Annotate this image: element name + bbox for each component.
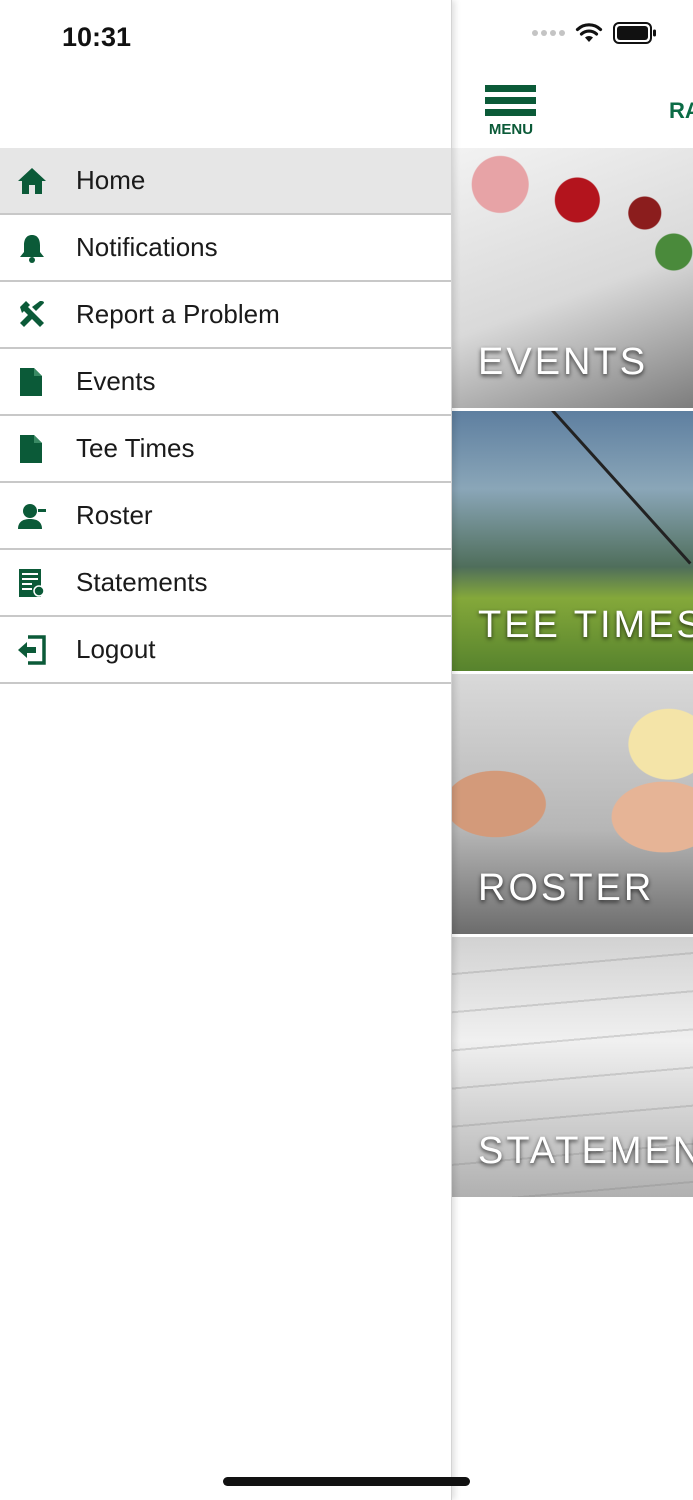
- cellular-signal-icon: [532, 30, 565, 36]
- header-title: RA: [669, 98, 693, 123]
- nav-item-report-problem[interactable]: Report a Problem: [0, 282, 451, 349]
- status-time: 10:31: [62, 22, 132, 52]
- tools-icon: [0, 299, 76, 331]
- wifi-icon: [575, 23, 603, 43]
- document-icon: [0, 433, 76, 465]
- bell-icon: [0, 232, 76, 264]
- nav-label-notifications: Notifications: [76, 232, 218, 262]
- nav-item-events[interactable]: Events: [0, 349, 451, 416]
- tee-times-tile[interactable]: TEE TIMES: [452, 411, 693, 671]
- nav-label-events: Events: [76, 366, 156, 396]
- nav-label-home: Home: [76, 165, 146, 195]
- document-icon: [0, 366, 76, 398]
- nav-label-statements: Statements: [76, 567, 208, 597]
- roster-tile-label: ROSTER: [478, 867, 655, 909]
- nav-item-tee-times[interactable]: Tee Times: [0, 416, 451, 483]
- nav-item-home[interactable]: Home: [0, 148, 451, 215]
- nav-item-roster[interactable]: Roster: [0, 483, 451, 550]
- home-icon: [0, 166, 76, 196]
- side-drawer: 10:31 Home Notifications Report a Proble…: [0, 0, 452, 1500]
- home-indicator[interactable]: [223, 1477, 470, 1486]
- logout-icon: [0, 634, 76, 666]
- status-indicators: [532, 22, 657, 44]
- statements-tile[interactable]: STATEMENTS: [452, 937, 693, 1197]
- tee-times-tile-label: TEE TIMES: [478, 604, 693, 646]
- events-tile[interactable]: EVENTS: [452, 148, 693, 408]
- home-tiles: EVENTS TEE TIMES ROSTER STATEMENTS: [452, 148, 693, 1200]
- roster-tile[interactable]: ROSTER: [452, 674, 693, 934]
- menu-label: MENU: [488, 121, 534, 138]
- menu-button[interactable]: MENU: [484, 84, 538, 138]
- events-tile-label: EVENTS: [478, 341, 649, 383]
- statements-tile-label: STATEMENTS: [478, 1130, 693, 1172]
- battery-icon: [613, 22, 657, 44]
- nav-item-notifications[interactable]: Notifications: [0, 215, 451, 282]
- user-icon: [0, 501, 76, 531]
- nav-item-statements[interactable]: Statements: [0, 550, 451, 617]
- main-panel: MENU RA EVENTS TEE TIMES ROSTER STATEMEN…: [452, 0, 693, 1500]
- drawer-nav: Home Notifications Report a Problem Even…: [0, 148, 451, 684]
- nav-label-report-problem: Report a Problem: [76, 299, 280, 329]
- golf-club-image: [542, 411, 692, 565]
- nav-label-roster: Roster: [76, 500, 153, 530]
- nav-item-logout[interactable]: Logout: [0, 617, 451, 684]
- nav-label-tee-times: Tee Times: [76, 433, 195, 463]
- hamburger-icon: [485, 85, 536, 116]
- nav-label-logout: Logout: [76, 634, 156, 664]
- statement-icon: [0, 567, 76, 599]
